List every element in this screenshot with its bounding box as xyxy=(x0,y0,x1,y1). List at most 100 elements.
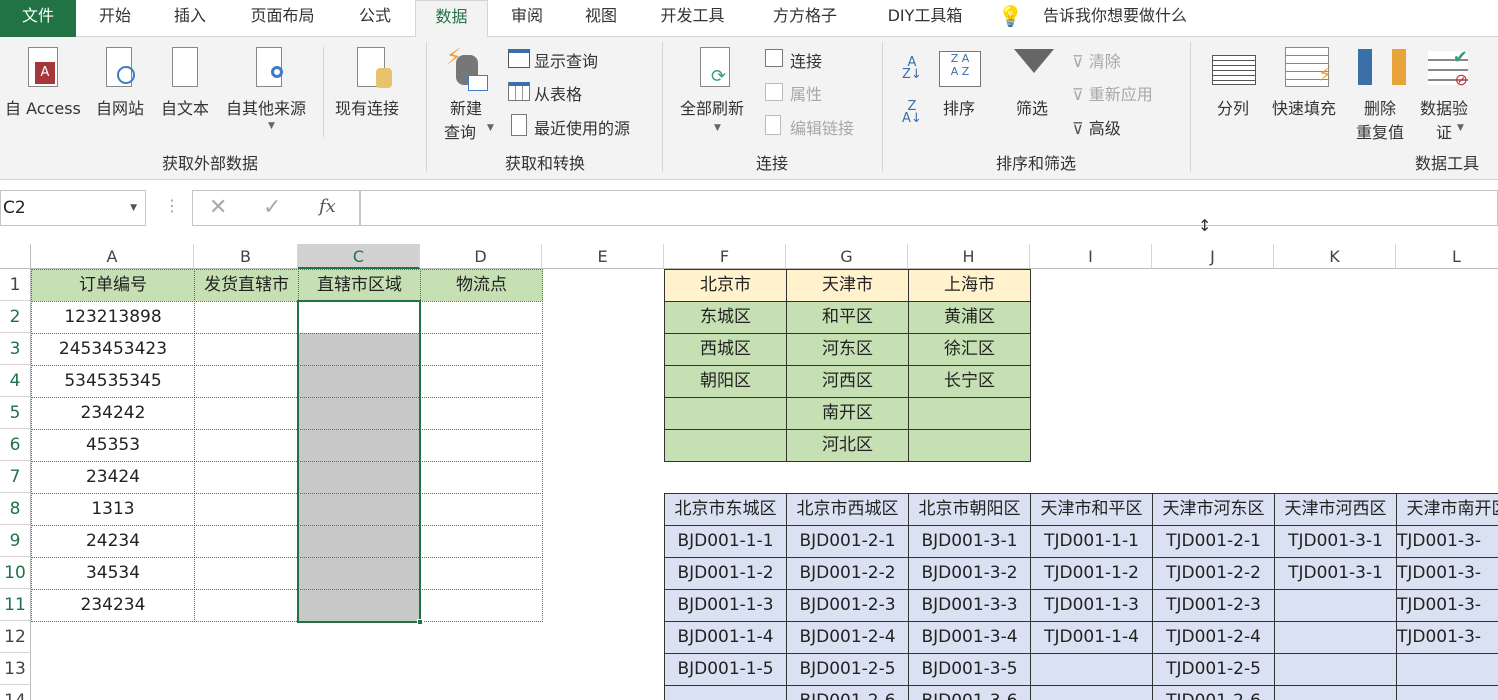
enter-check-icon[interactable]: ✓ xyxy=(263,195,281,220)
cancel-icon[interactable]: ✕ xyxy=(209,195,227,220)
logistics-code-cell[interactable]: TJD001-3- xyxy=(1396,621,1498,654)
logistics-code-cell[interactable]: BJD001-2-6 xyxy=(786,685,909,700)
row-header-3[interactable]: 3 xyxy=(0,333,31,365)
logistics-code-cell[interactable]: BJD001-2-5 xyxy=(786,653,909,686)
city-header-cell[interactable]: 北京市 xyxy=(664,269,787,302)
logistics-point-cell[interactable] xyxy=(420,557,543,590)
name-box-dropdown-icon[interactable]: ▼ xyxy=(130,191,137,225)
tab-fangfang[interactable]: 方方格子 xyxy=(755,0,855,37)
row-header-7[interactable]: 7 xyxy=(0,461,31,493)
logistics-code-cell[interactable]: BJD001-3-5 xyxy=(908,653,1031,686)
row-header-8[interactable]: 8 xyxy=(0,493,31,525)
logistics-code-cell[interactable]: TJD001-3-1 xyxy=(1274,525,1397,558)
formula-input[interactable] xyxy=(360,190,1498,226)
logistics-point-cell[interactable] xyxy=(420,589,543,622)
column-header-h[interactable]: H xyxy=(908,244,1030,269)
advanced-button[interactable]: ⊽ 高级 xyxy=(1072,115,1121,139)
logistics-code-cell[interactable] xyxy=(1030,685,1153,700)
logistics-point-cell[interactable] xyxy=(420,493,543,526)
row-header-6[interactable]: 6 xyxy=(0,429,31,461)
tab-formulas[interactable]: 公式 xyxy=(340,0,410,37)
from-web-button[interactable]: 自网站 xyxy=(96,95,144,119)
city-header-cell[interactable]: 上海市 xyxy=(908,269,1031,302)
order-id-cell[interactable]: 23424 xyxy=(31,461,195,494)
column-header-j[interactable]: J xyxy=(1152,244,1274,269)
district-list-cell[interactable]: 朝阳区 xyxy=(664,365,787,398)
sort-ascending-button[interactable]: A Z↓ xyxy=(902,56,922,81)
logistics-code-cell[interactable] xyxy=(1274,653,1397,686)
tab-developer[interactable]: 开发工具 xyxy=(645,0,740,37)
tab-review[interactable]: 审阅 xyxy=(492,0,562,37)
order-id-cell[interactable]: 123213898 xyxy=(31,301,195,334)
logistics-code-cell[interactable]: BJD001-1-4 xyxy=(664,621,787,654)
order-id-cell[interactable]: 234242 xyxy=(31,397,195,430)
row-header-2[interactable]: 2 xyxy=(0,301,31,333)
insert-function-icon[interactable]: fx xyxy=(319,196,336,217)
logistics-point-cell[interactable] xyxy=(420,525,543,558)
order-id-cell[interactable]: 2453453423 xyxy=(31,333,195,366)
logistics-point-cell[interactable] xyxy=(420,429,543,462)
district-list-cell[interactable]: 徐汇区 xyxy=(908,333,1031,366)
row-header-13[interactable]: 13 xyxy=(0,653,31,685)
reapply-button[interactable]: ⊽ 重新应用 xyxy=(1072,81,1153,105)
district-list-cell[interactable]: 河东区 xyxy=(786,333,909,366)
logistics-code-cell[interactable]: TJD001-2-6 xyxy=(1152,685,1275,700)
more-options-icon[interactable]: ⋮ xyxy=(164,196,180,215)
order-id-cell[interactable]: 234234 xyxy=(31,589,195,622)
recent-sources-button[interactable]: 最近使用的源 xyxy=(534,115,630,139)
connections-button[interactable]: 连接 xyxy=(790,48,822,72)
district-list-cell[interactable] xyxy=(908,429,1031,462)
logistics-code-cell[interactable]: BJD001-2-3 xyxy=(786,589,909,622)
tab-file[interactable]: 文件 xyxy=(0,0,76,37)
row-header-5[interactable]: 5 xyxy=(0,397,31,429)
logistics-code-cell[interactable]: TJD001-3- xyxy=(1396,589,1498,622)
order-id-cell[interactable]: 24234 xyxy=(31,525,195,558)
shipping-city-cell[interactable] xyxy=(194,525,299,558)
point-header-cell[interactable]: 北京市东城区 xyxy=(664,493,787,526)
order-id-cell[interactable]: 534535345 xyxy=(31,365,195,398)
tab-view[interactable]: 视图 xyxy=(566,0,636,37)
orders-header-cell[interactable]: 直辖市区域 xyxy=(298,269,421,302)
shipping-city-cell[interactable] xyxy=(194,493,299,526)
column-header-c[interactable]: C xyxy=(298,244,420,269)
tell-me-search[interactable]: 告诉我你想要做什么 xyxy=(1030,0,1200,37)
logistics-code-cell[interactable]: TJD001-2-5 xyxy=(1152,653,1275,686)
refresh-all-button[interactable]: 全部刷新 xyxy=(680,95,744,119)
flash-fill-button[interactable]: 快速填充 xyxy=(1272,95,1336,119)
district-list-cell[interactable]: 南开区 xyxy=(786,397,909,430)
logistics-code-cell[interactable] xyxy=(664,685,787,700)
column-header-l[interactable]: L xyxy=(1396,244,1498,269)
tab-diy-toolbox[interactable]: DIY工具箱 xyxy=(870,0,980,37)
logistics-code-cell[interactable] xyxy=(1396,685,1498,700)
tab-insert[interactable]: 插入 xyxy=(155,0,225,37)
shipping-city-cell[interactable] xyxy=(194,333,299,366)
logistics-code-cell[interactable]: BJD001-3-4 xyxy=(908,621,1031,654)
logistics-code-cell[interactable]: TJD001-2-3 xyxy=(1152,589,1275,622)
logistics-code-cell[interactable] xyxy=(1274,589,1397,622)
existing-connections-button[interactable]: 现有连接 xyxy=(335,95,399,119)
logistics-code-cell[interactable]: BJD001-1-3 xyxy=(664,589,787,622)
column-header-f[interactable]: F xyxy=(664,244,786,269)
logistics-code-cell[interactable]: TJD001-1-1 xyxy=(1030,525,1153,558)
filter-button[interactable]: 筛选 xyxy=(1016,95,1048,119)
logistics-code-cell[interactable]: BJD001-3-6 xyxy=(908,685,1031,700)
logistics-point-cell[interactable] xyxy=(420,333,543,366)
logistics-code-cell[interactable] xyxy=(1274,685,1397,700)
logistics-code-cell[interactable]: BJD001-2-1 xyxy=(786,525,909,558)
district-list-cell[interactable] xyxy=(664,397,787,430)
logistics-code-cell[interactable]: TJD001-2-1 xyxy=(1152,525,1275,558)
point-header-cell[interactable]: 北京市朝阳区 xyxy=(908,493,1031,526)
from-text-button[interactable]: 自文本 xyxy=(161,95,209,119)
logistics-code-cell[interactable] xyxy=(1030,653,1153,686)
logistics-code-cell[interactable]: TJD001-1-3 xyxy=(1030,589,1153,622)
district-list-cell[interactable] xyxy=(664,429,787,462)
city-header-cell[interactable]: 天津市 xyxy=(786,269,909,302)
row-header-9[interactable]: 9 xyxy=(0,525,31,557)
logistics-point-cell[interactable] xyxy=(420,301,543,334)
tab-home[interactable]: 开始 xyxy=(80,0,150,37)
spreadsheet-grid[interactable]: ABCDEFGHIJKL1234567891011121314订单编号发货直辖市… xyxy=(0,244,1498,700)
shipping-city-cell[interactable] xyxy=(194,301,299,334)
new-query-button[interactable]: 查询 xyxy=(444,119,476,143)
district-list-cell[interactable]: 河西区 xyxy=(786,365,909,398)
shipping-city-cell[interactable] xyxy=(194,461,299,494)
